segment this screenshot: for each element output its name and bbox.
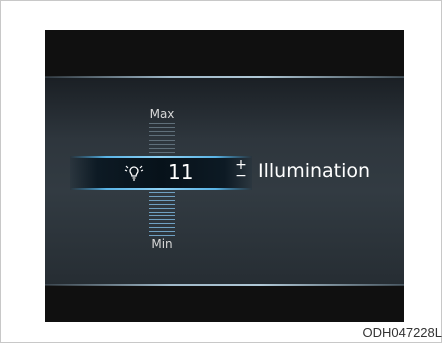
setting-title: Illumination [258, 160, 371, 182]
cluster-display: Max 11 + − Min Illumination [45, 30, 404, 322]
max-label: Max [149, 107, 175, 121]
decrease-button[interactable]: − [234, 169, 248, 183]
band-top-line [45, 76, 404, 78]
level-steps-below [149, 192, 175, 236]
adjust-control[interactable]: + − [234, 158, 248, 186]
band-bottom-line [45, 284, 404, 286]
bar-bottom-highlight [70, 188, 252, 190]
bar-top-highlight [70, 156, 252, 158]
bulb-icon [124, 165, 144, 181]
min-label: Min [151, 237, 173, 251]
level-steps-above [149, 123, 175, 153]
figure-code: ODH047228L [362, 325, 442, 340]
figure-frame: Max 11 + − Min Illumination [0, 0, 442, 343]
illumination-value: 11 [168, 160, 194, 184]
illumination-level-bar[interactable]: 11 + − [70, 156, 252, 190]
